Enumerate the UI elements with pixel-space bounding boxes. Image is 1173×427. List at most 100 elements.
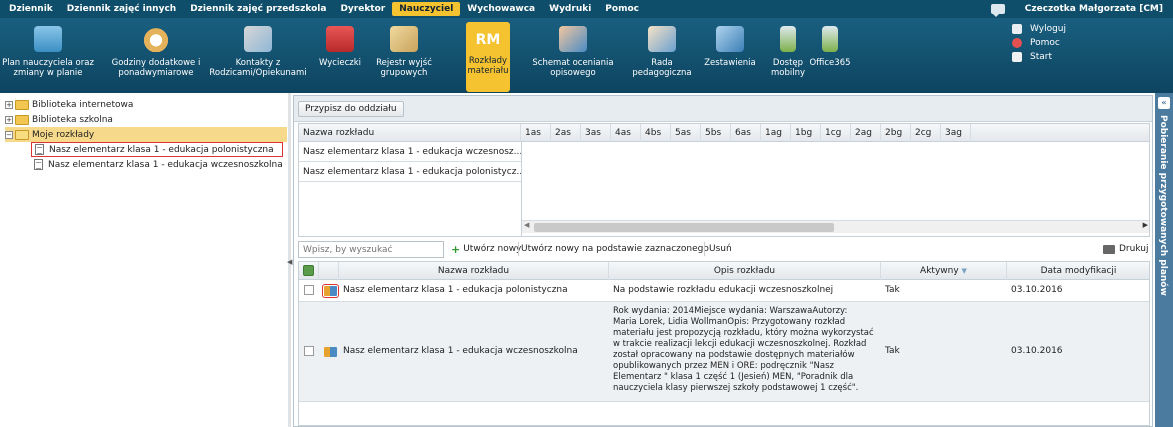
column-header-class[interactable]: 3ag (941, 124, 971, 142)
create-new-label: Utwórz nowy (463, 244, 522, 254)
toolbar-dostep-mobilny[interactable]: Dostęp mobilny (766, 22, 810, 92)
column-header-description[interactable]: Opis rozkładu (609, 262, 881, 280)
column-header-class[interactable]: 1bg (791, 124, 821, 142)
schedule-row-icon[interactable] (324, 347, 337, 357)
column-header-name[interactable]: Nazwa rozkładu (299, 124, 521, 142)
office365-icon (822, 26, 838, 52)
column-header-class[interactable]: 1as (521, 124, 551, 142)
folder-icon (15, 99, 29, 110)
contacts-icon (244, 26, 272, 52)
column-header-class[interactable]: 1cg (821, 124, 851, 142)
print-label: Drukuj (1119, 244, 1149, 254)
lifebuoy-icon (1012, 38, 1022, 48)
toolbar-plan-nauczyciela[interactable]: Plan nauczyciela oraz zmiany w planie (2, 22, 94, 92)
toolbar-rejestr-wyjsc[interactable]: Rejestr wyjść grupowych (372, 22, 436, 92)
tree-node-edukacja-polonistyczna[interactable]: Nasz elementarz klasa 1 - edukacja polon… (31, 142, 283, 157)
assign-grid-header: Nazwa rozkładu 1as 2as 3as 4as 4bs 5as 5bs 6as 1… (299, 124, 1149, 142)
plus-icon: + (451, 242, 461, 256)
menu-dziennik-zajec-innych[interactable]: Dziennik zajęć innych (60, 2, 183, 16)
description-line: Maria Lorek, Lidia WollmanOpis: Przygoto… (613, 317, 846, 327)
column-header-class[interactable]: 3as (581, 124, 611, 142)
column-header-class[interactable]: 1ag (761, 124, 791, 142)
column-header-class[interactable]: 4bs (641, 124, 671, 142)
column-header-class[interactable]: 5as (671, 124, 701, 142)
column-header-class[interactable]: 4as (611, 124, 641, 142)
create-new-button[interactable]: + Utwórz nowy (450, 241, 522, 257)
assign-row[interactable]: Nasz elementarz klasa 1 - edukacja polon… (299, 162, 521, 182)
menu-nauczyciel[interactable]: Nauczyciel (392, 2, 461, 16)
column-header-class[interactable]: 6as (731, 124, 761, 142)
row-checkbox[interactable] (304, 285, 314, 295)
search-input[interactable] (298, 241, 444, 258)
assign-to-class-button[interactable]: Przypisz do oddziału (298, 101, 404, 117)
toolbar-rada-pedagogiczna[interactable]: Rada pedagogiczna (624, 22, 700, 92)
expand-icon[interactable]: + (5, 100, 13, 109)
scroll-thumb[interactable] (534, 223, 834, 232)
menu-pomoc[interactable]: Pomoc (598, 2, 646, 16)
tree-node-biblioteka-internetowa[interactable]: + Biblioteka internetowa (5, 97, 287, 112)
print-button[interactable]: Drukuj (1102, 241, 1149, 257)
column-header-class[interactable]: 2as (551, 124, 581, 142)
menu-dziennik-zajec-przedszkola[interactable]: Dziennik zajęć przedszkola (183, 2, 333, 16)
column-header-class[interactable]: 5bs (701, 124, 731, 142)
expand-sidebar-icon[interactable]: « (1158, 97, 1170, 109)
tree-node-label: Nasz elementarz klasa 1 - edukacja polon… (49, 144, 274, 155)
menu-dyrektor[interactable]: Dyrektor (333, 2, 392, 16)
column-header-active[interactable]: Aktywny ▼ (881, 262, 1007, 280)
delete-button[interactable]: Usuń (704, 241, 737, 257)
toolbar-godziny-dodatkowe[interactable]: Godziny dodatkowe i ponadwymiarowe (108, 22, 204, 92)
tree-node-biblioteka-szkolna[interactable]: + Biblioteka szkolna (5, 112, 287, 127)
toolbar-schemat-oceniania[interactable]: Schemat oceniania opisowego (526, 22, 620, 92)
toolbar-zestawienia[interactable]: Zestawienia (700, 22, 760, 92)
row-name: Nasz elementarz klasa 1 - edukacja polon… (343, 285, 568, 295)
column-header-class[interactable]: 2bg (881, 124, 911, 142)
toolbar-kontakty[interactable]: Kontakty z Rodzicami/Opiekunami (208, 22, 308, 92)
toolbar-rozklady-materialu[interactable]: RM Rozkłady materiału (466, 22, 510, 92)
horizontal-scrollbar[interactable]: ◀ ▶ (522, 220, 1149, 233)
column-header-name[interactable]: Nazwa rozkładu (339, 262, 609, 280)
document-icon (35, 144, 44, 155)
menu-wychowawca[interactable]: Wychowawca (460, 2, 542, 16)
assign-row[interactable]: Nasz elementarz klasa 1 - edukacja wczes… (299, 142, 521, 162)
tree-node-edukacja-wczesnoszkolna[interactable]: Nasz elementarz klasa 1 - edukacja wczes… (34, 157, 287, 172)
toolbar-wycieczki[interactable]: Wycieczki (312, 22, 368, 92)
create-from-selected-button[interactable]: Utwórz nowy na podstawie zaznaczonego (518, 241, 712, 257)
table-row[interactable]: Nasz elementarz klasa 1 - edukacja wczes… (299, 302, 1149, 402)
select-all-icon[interactable] (303, 265, 314, 276)
toolbar-label: Rada (651, 58, 673, 68)
collapse-left-icon[interactable]: ◀ (287, 258, 292, 266)
toolbar-label: Rejestr wyjść (376, 58, 432, 68)
folder-icon (15, 114, 29, 125)
chat-icon[interactable] (990, 4, 1005, 17)
rm-icon: RM (475, 32, 501, 48)
user-name[interactable]: Czeczotka Małgorzata [CM] (1025, 4, 1163, 14)
column-header-active-label: Aktywny (920, 266, 959, 276)
council-icon (648, 26, 676, 52)
expand-icon[interactable]: + (5, 115, 13, 124)
scroll-right-icon[interactable]: ▶ (1143, 221, 1148, 229)
schedules-grid: Nazwa rozkładu Opis rozkładu Aktywny ▼ D… (298, 261, 1150, 426)
open-folder-icon (15, 129, 29, 140)
scroll-left-icon[interactable]: ◀ (524, 221, 529, 229)
row-checkbox[interactable] (304, 346, 314, 356)
sort-desc-icon[interactable]: ▼ (962, 267, 967, 275)
panel-splitter[interactable]: ◀ (287, 93, 292, 427)
logout-button[interactable]: Wyloguj (1012, 22, 1066, 36)
prepared-plans-sidebar[interactable]: « Pobieranie przygotowanych planów (1155, 93, 1173, 427)
collapse-icon[interactable]: − (5, 130, 13, 139)
column-header-class[interactable]: 2cg (911, 124, 941, 142)
schedule-icon (34, 26, 62, 52)
column-header-modified[interactable]: Data modyfikacji (1007, 262, 1149, 280)
schedule-row-icon[interactable] (322, 284, 339, 298)
table-row[interactable]: Nasz elementarz klasa 1 - edukacja polon… (299, 280, 1149, 302)
column-header-class[interactable]: 2ag (851, 124, 881, 142)
help-button[interactable]: Pomoc (1012, 36, 1066, 50)
menu-wydruki[interactable]: Wydruki (542, 2, 598, 16)
tree-node-moje-rozklady[interactable]: − Moje rozkłady (5, 127, 287, 142)
start-button[interactable]: Start (1012, 50, 1066, 64)
menu-dziennik[interactable]: Dziennik (2, 2, 60, 16)
toolbar-label: Zestawienia (704, 58, 756, 68)
logout-label: Wyloguj (1030, 24, 1066, 34)
select-all-column[interactable] (299, 262, 319, 280)
toolbar-office365[interactable]: Office365 (808, 22, 852, 92)
